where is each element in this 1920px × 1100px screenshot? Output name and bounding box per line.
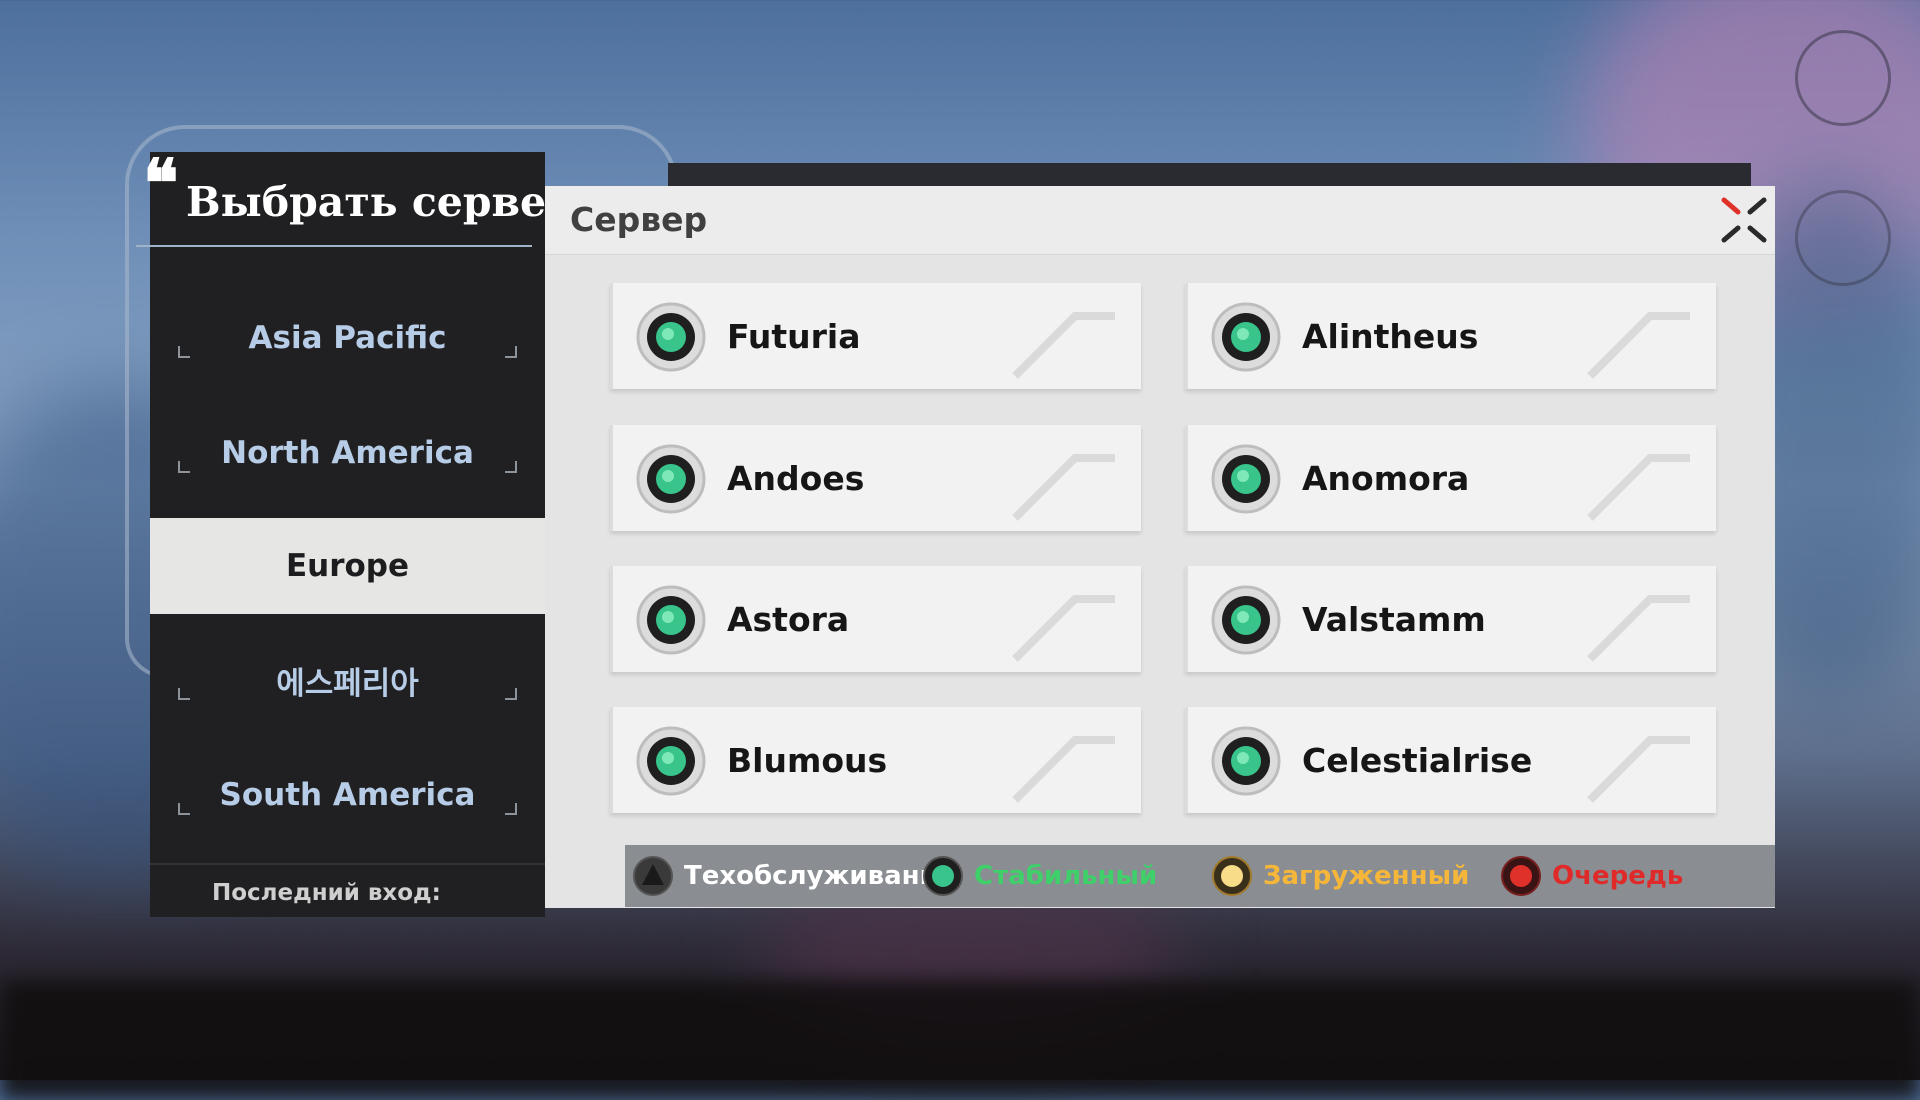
corner-bracket-icon — [505, 346, 517, 358]
corner-bracket-icon — [178, 688, 190, 700]
stable-status-icon — [636, 585, 706, 655]
server-card-blumous[interactable]: Blumous — [610, 707, 1141, 813]
server-card-futuria[interactable]: Futuria — [610, 283, 1141, 389]
background-floor — [0, 980, 1920, 1100]
last-login-label: Последний вход: — [212, 880, 441, 906]
server-panel-header — [545, 186, 1775, 255]
legend-label: Очередь — [1552, 861, 1684, 891]
legend-label: Техобслуживание — [684, 861, 956, 891]
divider — [150, 863, 545, 865]
region-label: Asia Pacific — [248, 320, 447, 356]
corner-bracket-icon — [505, 803, 517, 815]
decorative-stripe — [1012, 312, 1115, 379]
title-divider — [136, 245, 532, 247]
corner-bracket-icon — [178, 461, 190, 473]
stable-status-icon — [1211, 585, 1281, 655]
server-name: Futuria — [727, 316, 861, 356]
server-card-anomora[interactable]: Anomora — [1185, 425, 1716, 531]
server-card-alintheus[interactable]: Alintheus — [1185, 283, 1716, 389]
region-tab-asia-pacific[interactable]: Asia Pacific — [150, 290, 545, 386]
decorative-stripe — [1012, 595, 1115, 662]
region-label: North America — [221, 435, 474, 471]
server-name: Anomora — [1302, 458, 1470, 498]
queue-status-icon — [1501, 856, 1541, 896]
quote-icon: ❝ — [143, 144, 179, 222]
server-name: Astora — [727, 599, 850, 639]
decorative-stripe — [1012, 736, 1115, 803]
stable-status-icon — [1211, 726, 1281, 796]
legend-label: Стабильный — [974, 861, 1158, 891]
stable-status-icon — [636, 302, 706, 372]
region-label: 에스페리아 — [276, 665, 419, 702]
busy-status-icon — [1212, 856, 1252, 896]
region-tab-europe[interactable]: Europe — [150, 518, 545, 614]
region-tab-north-america[interactable]: North America — [150, 405, 545, 501]
legend-label: Загруженный — [1263, 861, 1470, 891]
corner-bracket-icon — [505, 461, 517, 473]
server-name: Alintheus — [1302, 316, 1479, 356]
stable-status-icon — [1211, 302, 1281, 372]
panel-top-strip — [668, 163, 1751, 187]
server-name: Blumous — [727, 740, 888, 780]
region-label: Europe — [285, 548, 410, 584]
stable-status-icon — [923, 856, 963, 896]
close-icon — [1721, 197, 1767, 243]
legend-maintenance: Техобслуживание — [632, 850, 955, 902]
server-card-astora[interactable]: Astora — [610, 566, 1141, 672]
server-panel-title: Сервер — [570, 200, 708, 239]
maintenance-status-icon — [633, 856, 673, 896]
decorative-stripe — [1587, 595, 1690, 662]
server-name: Valstamm — [1302, 599, 1486, 639]
background-ring-decoration — [1795, 30, 1891, 126]
legend-queue: Очередь — [1500, 850, 1683, 902]
server-name: Andoes — [727, 458, 865, 498]
region-tab-south-america[interactable]: South America — [150, 747, 545, 843]
legend-stable: Стабильный — [922, 850, 1157, 902]
stable-status-icon — [1211, 444, 1281, 514]
corner-bracket-icon — [178, 803, 190, 815]
corner-bracket-icon — [505, 688, 517, 700]
region-tab-esperia[interactable]: 에스페리아 — [150, 632, 545, 728]
corner-bracket-icon — [178, 346, 190, 358]
stable-status-icon — [636, 726, 706, 796]
server-card-valstamm[interactable]: Valstamm — [1185, 566, 1716, 672]
page-title: Выбрать сервер — [186, 178, 575, 226]
decorative-stripe — [1587, 454, 1690, 521]
decorative-stripe — [1587, 736, 1690, 803]
background-ring-decoration — [1795, 190, 1891, 286]
legend-busy: Загруженный — [1211, 850, 1469, 902]
region-label: South America — [219, 777, 476, 813]
decorative-stripe — [1012, 454, 1115, 521]
close-button[interactable] — [1716, 192, 1772, 248]
server-card-andoes[interactable]: Andoes — [610, 425, 1141, 531]
server-card-celestialrise[interactable]: Celestialrise — [1185, 707, 1716, 813]
decorative-stripe — [1587, 312, 1690, 379]
stable-status-icon — [636, 444, 706, 514]
server-name: Celestialrise — [1302, 740, 1533, 780]
